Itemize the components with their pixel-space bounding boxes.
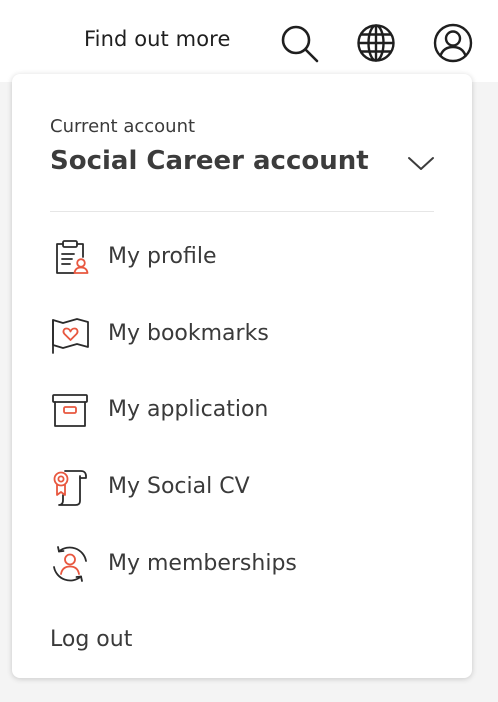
membership-cycle-icon — [50, 544, 90, 584]
menu-item-label: My profile — [108, 244, 217, 269]
current-account-name[interactable]: Social Career account — [50, 146, 369, 176]
menu-item-my-memberships[interactable]: My memberships — [50, 541, 440, 587]
menu-item-label: My bookmarks — [108, 321, 269, 346]
find-out-more-link[interactable]: Find out more — [84, 27, 230, 51]
divider — [50, 211, 434, 212]
archive-box-icon — [50, 390, 90, 430]
account-dropdown-menu: Current account Social Career account My… — [12, 74, 472, 678]
top-navigation-bar: Find out more — [0, 0, 498, 82]
user-account-icon[interactable] — [432, 22, 474, 64]
menu-item-label: My application — [108, 397, 269, 422]
search-icon[interactable] — [278, 22, 320, 64]
menu-item-my-profile[interactable]: My profile — [50, 234, 440, 280]
menu-item-label: My Social CV — [108, 474, 250, 499]
bookmark-heart-icon — [50, 314, 90, 354]
menu-item-label: My memberships — [108, 551, 297, 576]
menu-item-my-bookmarks[interactable]: My bookmarks — [50, 311, 440, 357]
profile-clipboard-icon — [50, 237, 90, 277]
logout-link[interactable]: Log out — [50, 627, 132, 652]
chevron-down-icon[interactable] — [406, 152, 436, 174]
menu-item-my-application[interactable]: My application — [50, 387, 440, 433]
certificate-scroll-icon — [50, 467, 90, 507]
menu-item-my-social-cv[interactable]: My Social CV — [50, 464, 440, 510]
globe-icon[interactable] — [355, 22, 397, 64]
current-account-caption: Current account — [50, 116, 196, 137]
